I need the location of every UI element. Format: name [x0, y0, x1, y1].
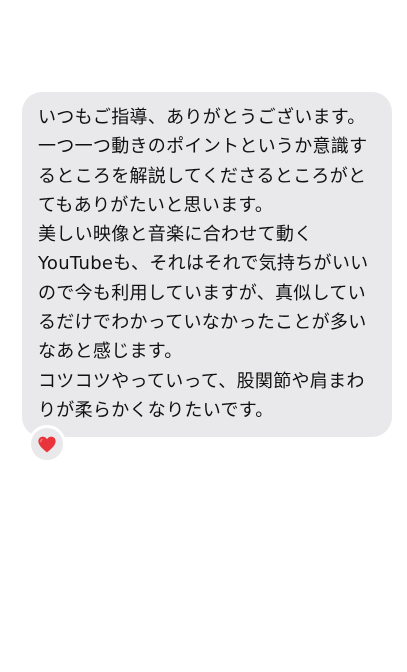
- message-paragraph: いつもご指導、ありがとうございます。: [38, 107, 366, 128]
- received-message-bubble[interactable]: いつもご指導、ありがとうございます。 一つ一つ動きのポイントというか意識するとこ…: [22, 92, 392, 437]
- message-paragraph: コツコツやっていって、股関節や肩まわりが柔らかくなりたいです。: [38, 370, 365, 421]
- tapback-reaction[interactable]: [28, 425, 66, 463]
- message-paragraph: 一つ一つ動きのポイントというか意識するところを解説してくださるところがとてもあり…: [38, 136, 368, 216]
- message-paragraph: 美しい映像と音楽に合わせて動くYouTubeも、それはそれで気持ちがいいので今も…: [38, 224, 369, 363]
- message-text: いつもご指導、ありがとうございます。 一つ一つ動きのポイントというか意識するとこ…: [38, 103, 380, 425]
- chat-area: いつもご指導、ありがとうございます。 一つ一つ動きのポイントというか意識するとこ…: [0, 0, 407, 672]
- heart-icon: [38, 436, 56, 452]
